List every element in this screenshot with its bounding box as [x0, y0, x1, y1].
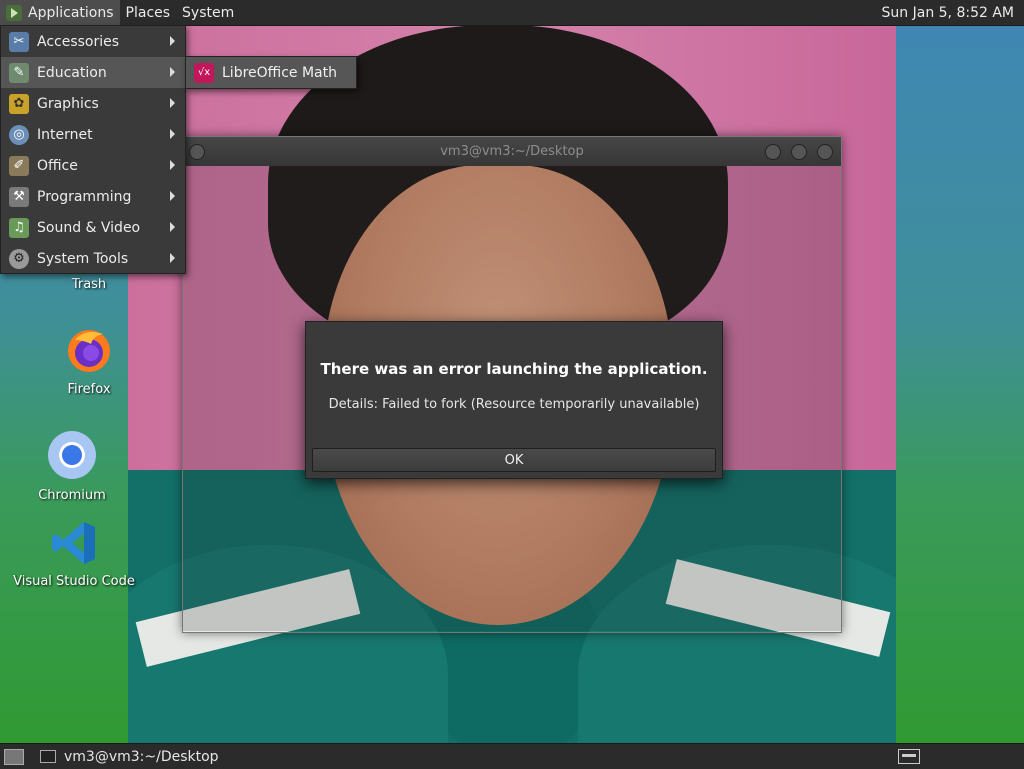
submenu-arrow-icon [170, 222, 175, 232]
minimize-button[interactable] [765, 144, 781, 160]
chromium-icon [48, 431, 96, 479]
places-menu[interactable]: Places [120, 0, 177, 25]
desktop-icon-label: Firefox [67, 382, 111, 397]
submenu-arrow-icon [170, 191, 175, 201]
top-panel: Applications Places System Sun Jan 5, 8:… [0, 0, 1024, 26]
terminal-titlebar[interactable]: vm3@vm3:~/Desktop [183, 137, 841, 166]
internet-icon: ◎ [9, 124, 29, 145]
desktop-icon-chromium[interactable]: Chromium [7, 430, 137, 503]
accessories-icon: ✂ [9, 31, 29, 52]
window-title: vm3@vm3:~/Desktop [440, 144, 584, 159]
menu-item-label: Graphics [37, 95, 99, 112]
desktop-icon-label: Trash [71, 277, 107, 292]
menu-item-label: Office [37, 157, 78, 174]
maximize-button[interactable] [791, 144, 807, 160]
menu-item-system-tools[interactable]: ⚙ System Tools [1, 243, 185, 274]
menu-item-sound-video[interactable]: ♫ Sound & Video [1, 212, 185, 243]
submenu-arrow-icon [170, 36, 175, 46]
submenu-arrow-icon [170, 160, 175, 170]
menu-item-label: Programming [37, 188, 132, 205]
menu-item-internet[interactable]: ◎ Internet [1, 119, 185, 150]
menu-item-office[interactable]: ✐ Office [1, 150, 185, 181]
bottom-panel: vm3@vm3:~/Desktop [0, 743, 1024, 769]
sound-video-icon: ♫ [9, 217, 29, 238]
applications-icon [6, 4, 22, 21]
submenu-arrow-icon [170, 67, 175, 77]
error-primary-text: There was an error launching the applica… [320, 360, 708, 378]
window-menu-button[interactable] [189, 144, 205, 160]
vscode-icon [52, 522, 95, 564]
submenu-arrow-icon [170, 98, 175, 108]
menu-item-accessories[interactable]: ✂ Accessories [1, 26, 185, 57]
office-icon: ✐ [9, 155, 29, 176]
menu-item-label: Accessories [37, 33, 120, 50]
education-icon: ✎ [9, 62, 29, 83]
taskbar-item-terminal[interactable]: vm3@vm3:~/Desktop [32, 746, 227, 768]
applications-dropdown: ✂ Accessories ✎ Education ✿ Graphics ◎ I… [0, 25, 186, 274]
menu-item-programming[interactable]: ⚒ Programming [1, 181, 185, 212]
applications-menu-label: Applications [28, 4, 114, 21]
ok-button[interactable]: OK [312, 448, 716, 472]
desktop-icon-vscode[interactable]: Visual Studio Code [9, 520, 139, 589]
close-button[interactable] [817, 144, 833, 160]
menu-item-graphics[interactable]: ✿ Graphics [1, 88, 185, 119]
desktop-icon-trash[interactable]: Trash [24, 277, 154, 292]
submenu-arrow-icon [170, 129, 175, 139]
submenu-item-libreoffice-math[interactable]: LibreOffice Math [222, 65, 337, 81]
desktop-icon-label: Visual Studio Code [13, 574, 135, 589]
error-dialog: There was an error launching the applica… [305, 321, 723, 479]
taskbar-item-label: vm3@vm3:~/Desktop [64, 748, 219, 765]
clock[interactable]: Sun Jan 5, 8:52 AM [872, 5, 1024, 21]
firefox-icon [68, 330, 110, 372]
workspace-switcher[interactable] [898, 749, 920, 764]
menu-item-label: Internet [37, 126, 93, 143]
submenu-arrow-icon [170, 253, 175, 263]
terminal-icon [40, 750, 56, 763]
menu-item-label: Sound & Video [37, 219, 141, 236]
desktop-icon-firefox[interactable]: Firefox [24, 326, 154, 397]
system-tools-icon: ⚙ [9, 248, 29, 269]
menu-item-label: Education [37, 64, 107, 81]
desktop-icon-label: Chromium [38, 488, 106, 503]
error-details-text: Details: Failed to fork (Resource tempor… [328, 397, 700, 412]
applications-menu[interactable]: Applications [0, 0, 120, 25]
graphics-icon: ✿ [9, 93, 29, 114]
programming-icon: ⚒ [9, 186, 29, 207]
education-submenu: √x LibreOffice Math [185, 56, 357, 89]
libreoffice-math-icon: √x [194, 62, 214, 83]
menu-item-label: System Tools [37, 250, 129, 267]
system-menu[interactable]: System [176, 0, 240, 25]
menu-item-education[interactable]: ✎ Education [1, 57, 185, 88]
show-desktop-button[interactable] [4, 748, 24, 765]
